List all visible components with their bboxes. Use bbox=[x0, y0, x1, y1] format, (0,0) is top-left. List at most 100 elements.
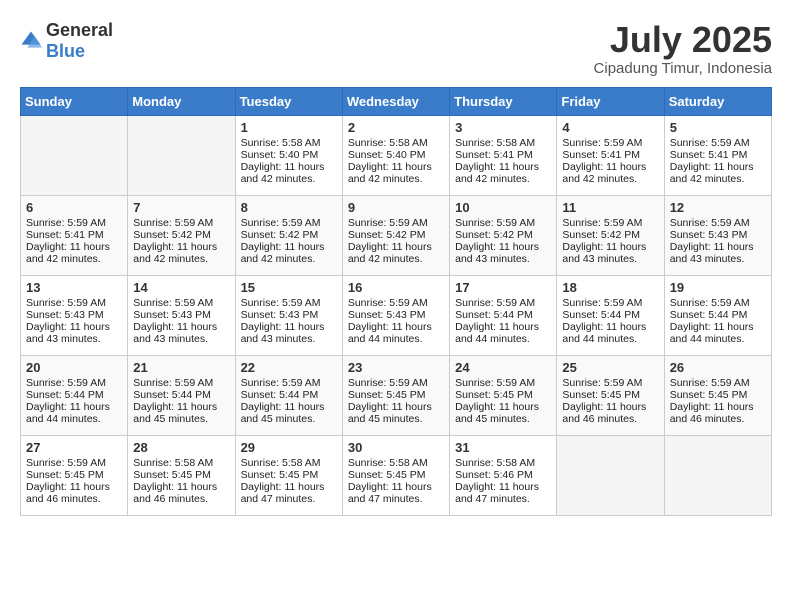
daylight-text: Daylight: 11 hours and 42 minutes. bbox=[133, 241, 229, 265]
sunset-text: Sunset: 5:45 PM bbox=[670, 389, 766, 401]
daylight-text: Daylight: 11 hours and 46 minutes. bbox=[562, 401, 658, 425]
page-header: General Blue July 2025 Cipadung Timur, I… bbox=[20, 20, 772, 77]
calendar-cell: 12Sunrise: 5:59 AMSunset: 5:43 PMDayligh… bbox=[664, 195, 771, 275]
sunset-text: Sunset: 5:42 PM bbox=[348, 229, 444, 241]
day-number: 2 bbox=[348, 120, 444, 135]
day-number: 19 bbox=[670, 280, 766, 295]
day-number: 4 bbox=[562, 120, 658, 135]
day-number: 28 bbox=[133, 440, 229, 455]
sunrise-text: Sunrise: 5:59 AM bbox=[133, 297, 229, 309]
calendar-cell: 28Sunrise: 5:58 AMSunset: 5:45 PMDayligh… bbox=[128, 435, 235, 515]
day-number: 9 bbox=[348, 200, 444, 215]
calendar-cell: 14Sunrise: 5:59 AMSunset: 5:43 PMDayligh… bbox=[128, 275, 235, 355]
calendar-cell: 24 Sunrise: 5:59 AMSunset: 5:45 PMDayligh… bbox=[450, 355, 557, 435]
daylight-text: Daylight: 11 hours and 45 minutes. bbox=[133, 401, 229, 425]
calendar-cell bbox=[21, 115, 128, 195]
daylight-text: Daylight: 11 hours and 43 minutes. bbox=[133, 321, 229, 345]
day-number: 17 bbox=[455, 280, 551, 295]
daylight-text: Daylight: 11 hours and 42 minutes. bbox=[455, 161, 551, 185]
day-number: 30 bbox=[348, 440, 444, 455]
sunrise-text: Sunrise: 5:58 AM bbox=[241, 457, 337, 469]
daylight-text: Daylight: 11 hours and 42 minutes. bbox=[241, 161, 337, 185]
calendar-cell: 19Sunrise: 5:59 AMSunset: 5:44 PMDayligh… bbox=[664, 275, 771, 355]
sunset-text: Sunset: 5:40 PM bbox=[348, 149, 444, 161]
sunrise-text: Sunrise: 5:59 AM bbox=[670, 297, 766, 309]
daylight-text: Daylight: 11 hours and 45 minutes. bbox=[455, 401, 551, 425]
day-number: 23 bbox=[348, 360, 444, 375]
daylight-text: Daylight: 11 hours and 44 minutes. bbox=[26, 401, 122, 425]
calendar-cell bbox=[128, 115, 235, 195]
day-number: 24 bbox=[455, 360, 551, 375]
sunrise-text: Sunrise: 5:59 AM bbox=[26, 457, 122, 469]
sunrise-text: Sunrise: 5:59 AM bbox=[455, 377, 551, 389]
sunrise-text: Sunrise: 5:59 AM bbox=[26, 377, 122, 389]
day-number: 13 bbox=[26, 280, 122, 295]
daylight-text: Daylight: 11 hours and 42 minutes. bbox=[562, 161, 658, 185]
day-number: 10 bbox=[455, 200, 551, 215]
daylight-text: Daylight: 11 hours and 43 minutes. bbox=[455, 241, 551, 265]
sunrise-text: Sunrise: 5:59 AM bbox=[348, 297, 444, 309]
calendar-cell: 6Sunrise: 5:59 AMSunset: 5:41 PMDaylight… bbox=[21, 195, 128, 275]
daylight-text: Daylight: 11 hours and 46 minutes. bbox=[133, 481, 229, 505]
day-number: 29 bbox=[241, 440, 337, 455]
calendar-cell: 3Sunrise: 5:58 AMSunset: 5:41 PMDaylight… bbox=[450, 115, 557, 195]
day-number: 3 bbox=[455, 120, 551, 135]
day-number: 14 bbox=[133, 280, 229, 295]
day-number: 22 bbox=[241, 360, 337, 375]
day-number: 31 bbox=[455, 440, 551, 455]
daylight-text: Daylight: 11 hours and 42 minutes. bbox=[348, 241, 444, 265]
title-block: July 2025 Cipadung Timur, Indonesia bbox=[594, 20, 772, 77]
sunset-text: Sunset: 5:42 PM bbox=[241, 229, 337, 241]
day-number: 11 bbox=[562, 200, 658, 215]
calendar-cell: 18Sunrise: 5:59 AMSunset: 5:44 PMDayligh… bbox=[557, 275, 664, 355]
sunset-text: Sunset: 5:40 PM bbox=[241, 149, 337, 161]
daylight-text: Daylight: 11 hours and 44 minutes. bbox=[562, 321, 658, 345]
day-number: 1 bbox=[241, 120, 337, 135]
sunset-text: Sunset: 5:45 PM bbox=[562, 389, 658, 401]
sunset-text: Sunset: 5:45 PM bbox=[133, 469, 229, 481]
day-header-friday: Friday bbox=[557, 87, 664, 115]
sunrise-text: Sunrise: 5:58 AM bbox=[455, 457, 551, 469]
sunset-text: Sunset: 5:42 PM bbox=[133, 229, 229, 241]
sunset-text: Sunset: 5:45 PM bbox=[455, 389, 551, 401]
daylight-text: Daylight: 11 hours and 44 minutes. bbox=[670, 321, 766, 345]
sunset-text: Sunset: 5:42 PM bbox=[455, 229, 551, 241]
sunrise-text: Sunrise: 5:59 AM bbox=[241, 377, 337, 389]
calendar-cell: 17Sunrise: 5:59 AMSunset: 5:44 PMDayligh… bbox=[450, 275, 557, 355]
day-number: 21 bbox=[133, 360, 229, 375]
daylight-text: Daylight: 11 hours and 46 minutes. bbox=[26, 481, 122, 505]
day-number: 25 bbox=[562, 360, 658, 375]
sunrise-text: Sunrise: 5:59 AM bbox=[562, 377, 658, 389]
sunset-text: Sunset: 5:43 PM bbox=[670, 229, 766, 241]
sunrise-text: Sunrise: 5:59 AM bbox=[348, 377, 444, 389]
sunrise-text: Sunrise: 5:59 AM bbox=[241, 217, 337, 229]
calendar-week-row: 6 Sunrise: 5:59 AM Sunset: 5:41 PM Daylight… bbox=[21, 195, 772, 275]
calendar-cell: 25 Sunrise: 5:59 AMSunset: 5:45 PMDayligh… bbox=[557, 355, 664, 435]
day-number: 6 bbox=[26, 200, 122, 215]
calendar-week-row: 20Sunrise: 5:59 AMSunset: 5:44 PMDayligh… bbox=[21, 355, 772, 435]
day-header-sunday: Sunday bbox=[21, 87, 128, 115]
calendar-week-row: 13Sunrise: 5:59 AMSunset: 5:43 PMDayligh… bbox=[21, 275, 772, 355]
daylight-text: Daylight: 11 hours and 44 minutes. bbox=[348, 321, 444, 345]
sunset-text: Sunset: 5:44 PM bbox=[241, 389, 337, 401]
sunrise-text: Sunrise: 5:59 AM bbox=[133, 217, 229, 229]
daylight-text: Daylight: 11 hours and 44 minutes. bbox=[455, 321, 551, 345]
day-number: 20 bbox=[26, 360, 122, 375]
sunrise-text: Sunrise: 5:58 AM bbox=[348, 457, 444, 469]
calendar-cell: 2Sunrise: 5:58 AMSunset: 5:40 PMDaylight… bbox=[342, 115, 449, 195]
calendar-cell: 4Sunrise: 5:59 AMSunset: 5:41 PMDaylight… bbox=[557, 115, 664, 195]
calendar-cell bbox=[557, 435, 664, 515]
sunset-text: Sunset: 5:41 PM bbox=[455, 149, 551, 161]
daylight-text: Daylight: 11 hours and 47 minutes. bbox=[241, 481, 337, 505]
location-subtitle: Cipadung Timur, Indonesia bbox=[594, 60, 772, 77]
calendar-cell: 5Sunrise: 5:59 AMSunset: 5:41 PMDaylight… bbox=[664, 115, 771, 195]
sunset-text: Sunset: 5:41 PM bbox=[26, 229, 122, 241]
calendar-cell: 23Sunrise: 5:59 AMSunset: 5:45 PMDayligh… bbox=[342, 355, 449, 435]
day-header-wednesday: Wednesday bbox=[342, 87, 449, 115]
daylight-text: Daylight: 11 hours and 45 minutes. bbox=[241, 401, 337, 425]
daylight-text: Daylight: 11 hours and 45 minutes. bbox=[348, 401, 444, 425]
day-number: 18 bbox=[562, 280, 658, 295]
calendar-cell: 20Sunrise: 5:59 AMSunset: 5:44 PMDayligh… bbox=[21, 355, 128, 435]
sunrise-text: Sunrise: 5:59 AM bbox=[562, 137, 658, 149]
day-header-monday: Monday bbox=[128, 87, 235, 115]
